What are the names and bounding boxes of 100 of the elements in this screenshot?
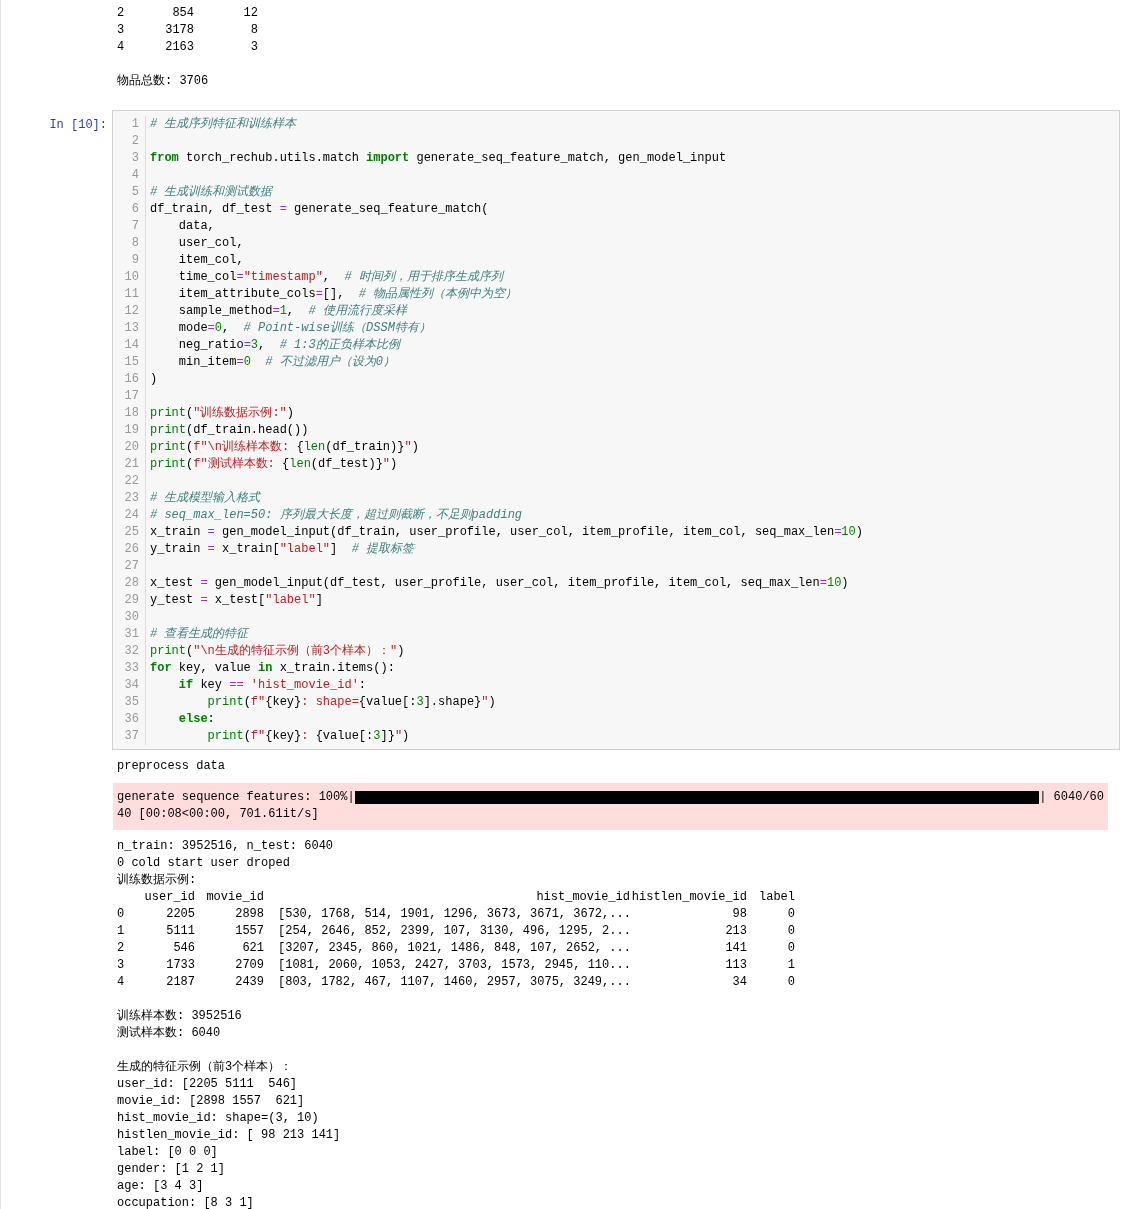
code-line: for key, value in x_train.items(): — [150, 661, 395, 675]
line-number: 31 — [123, 626, 139, 643]
table-cell-text: 1733 — [165, 957, 195, 974]
code-line: x_test = gen_model_input(df_test, user_profile, user_col, item_profile, item_col, seq_max_len=10) — [150, 576, 849, 590]
table-cell-text: 621 — [241, 940, 264, 957]
column-header: user_id — [143, 889, 195, 906]
line-number: 17 — [123, 388, 139, 405]
column-header: histlen_movie_id — [630, 889, 747, 906]
output-line: 测试样本数: 6040 — [117, 1025, 222, 1042]
table-cell-text: 12 — [242, 5, 258, 22]
output-line: label: [0 0 0] — [117, 1144, 219, 1161]
line-number: 8 — [130, 235, 139, 252]
code-editor[interactable] — [112, 110, 1120, 750]
line-number: 33 — [123, 660, 139, 677]
output-line: age: [3 4 3] — [117, 1178, 205, 1195]
code-line: item_col, — [177, 253, 244, 267]
code-line: time_col="timestamp", # 时间列，用于排序生成序列 — [177, 270, 503, 284]
table-cell-text: 0 — [786, 974, 795, 991]
table-cell-text: 3178 — [164, 22, 194, 39]
table-cell-text: 546 — [172, 940, 195, 957]
line-number: 28 — [123, 575, 139, 592]
line-number: 16 — [123, 371, 139, 388]
table-cell: 2 — [117, 5, 124, 22]
table-cell-text: 854 — [171, 5, 194, 22]
code-line: # 生成序列特征和训练样本 — [150, 117, 297, 131]
column-header: label — [758, 889, 795, 906]
code-line: print(f"\n训练样本数: {len(df_train)}") — [150, 440, 419, 454]
output-line: user_id: [2205 5111 546] — [117, 1076, 299, 1093]
table-cell-text: 2709 — [234, 957, 264, 974]
table-cell: 2 — [117, 940, 124, 957]
table-cell-text: 2163 — [164, 39, 194, 56]
output-line: 训练数据示例: — [117, 872, 198, 889]
table-cell-text: [254, 2646, 852, 2399, 107, 3130, 496, 1295, 2... — [277, 923, 630, 940]
table-cell-text: 0 — [786, 940, 795, 957]
code-line: # 生成模型输入格式 — [150, 491, 261, 505]
table-cell-text: 8 — [249, 22, 258, 39]
code-line: from torch_rechub.utils.match import generate_seq_feature_match, gen_model_input — [150, 151, 727, 165]
column-header: hist_movie_id — [535, 889, 630, 906]
line-number: 3 — [130, 150, 139, 167]
code-line: min_item=0 # 不过滤用户（设为0） — [177, 355, 395, 369]
line-number: 21 — [123, 456, 139, 473]
code-line: sample_method=1, # 使用流行度采样 — [177, 304, 407, 318]
code-line: df_train, df_test = generate_seq_feature_match( — [150, 202, 489, 216]
code-line: x_train = gen_model_input(df_train, user_profile, user_col, item_profile, item_col, seq_max_len=10) — [150, 525, 863, 539]
table-cell-text: 34 — [731, 974, 747, 991]
table-cell-text: [803, 1782, 467, 1107, 1460, 2957, 3075, 3249,... — [277, 974, 630, 991]
line-number: 26 — [123, 541, 139, 558]
line-number: 13 — [123, 320, 139, 337]
table-cell: 1 — [117, 923, 124, 940]
line-number: 27 — [123, 558, 139, 575]
line-number: 35 — [123, 694, 139, 711]
code-line: y_test = x_test["label"] — [150, 593, 323, 607]
line-number: 14 — [123, 337, 139, 354]
line-number: 23 — [123, 490, 139, 507]
line-number: 24 — [123, 507, 139, 524]
output-line: 物品总数: 3706 — [117, 73, 210, 90]
line-number: 20 — [123, 439, 139, 456]
table-cell-text: 2898 — [234, 906, 264, 923]
code-line: mode=0, # Point-wise训练（DSSM特有） — [177, 321, 431, 335]
table-cell-text: [1081, 2060, 1053, 2427, 3703, 1573, 2945, 110... — [277, 957, 630, 974]
table-cell-text: [3207, 2345, 860, 1021, 1486, 848, 107, 2652, ... — [277, 940, 630, 957]
output-line: hist_movie_id: shape=(3, 10) — [117, 1110, 320, 1127]
code-line: print(f"测试样本数: {len(df_test)}") — [150, 457, 398, 471]
line-number: 18 — [123, 405, 139, 422]
output-line: 训练样本数: 3952516 — [117, 1008, 243, 1025]
line-number: 9 — [130, 252, 139, 269]
table-cell-text: 5111 — [165, 923, 195, 940]
output-line: gender: [1 2 1] — [117, 1161, 227, 1178]
table-cell-text: 2205 — [165, 906, 195, 923]
code-line: print(f"{key}: {value[:3]}") — [206, 729, 410, 743]
code-line: neg_ratio=3, # 1:3的正负样本比例 — [177, 338, 400, 352]
table-cell: 3 — [117, 957, 124, 974]
output-line: 生成的特征示例（前3个样本）： — [117, 1059, 294, 1076]
output-line: 0 cold start user droped — [117, 855, 291, 872]
column-header: movie_id — [205, 889, 264, 906]
code-line: print("训练数据示例:") — [150, 406, 295, 420]
code-line: else: — [177, 712, 215, 726]
output-line: occupation: [8 3 1] — [117, 1195, 255, 1209]
code-line: ) — [150, 372, 158, 386]
output-text: 40 [00:08<00:00, 701.61it/s] — [117, 806, 319, 823]
table-cell-text: 0 — [786, 923, 795, 940]
code-line: data, — [177, 219, 215, 233]
line-number: 37 — [123, 728, 139, 745]
code-line: user_col, — [177, 236, 244, 250]
line-number: 5 — [130, 184, 139, 201]
table-cell-text: 213 — [724, 923, 747, 940]
table-cell-text: 0 — [786, 906, 795, 923]
code-line: print("\n生成的特征示例（前3个样本）：") — [150, 644, 405, 658]
table-cell-text: 113 — [724, 957, 747, 974]
output-line: n_train: 3952516, n_test: 6040 — [117, 838, 335, 855]
table-cell: 4 — [117, 974, 124, 991]
table-cell-text: 2439 — [234, 974, 264, 991]
table-cell: 0 — [117, 906, 124, 923]
table-cell-text: 1 — [786, 957, 795, 974]
code-line: # seq_max_len=50: 序列最大长度，超过则截断，不足则padding — [150, 508, 523, 522]
code-line: # 生成训练和测试数据 — [150, 185, 273, 199]
line-number: 1 — [130, 116, 139, 133]
table-cell-text: 3 — [249, 39, 258, 56]
table-cell-text: 2187 — [165, 974, 195, 991]
line-number: 36 — [123, 711, 139, 728]
